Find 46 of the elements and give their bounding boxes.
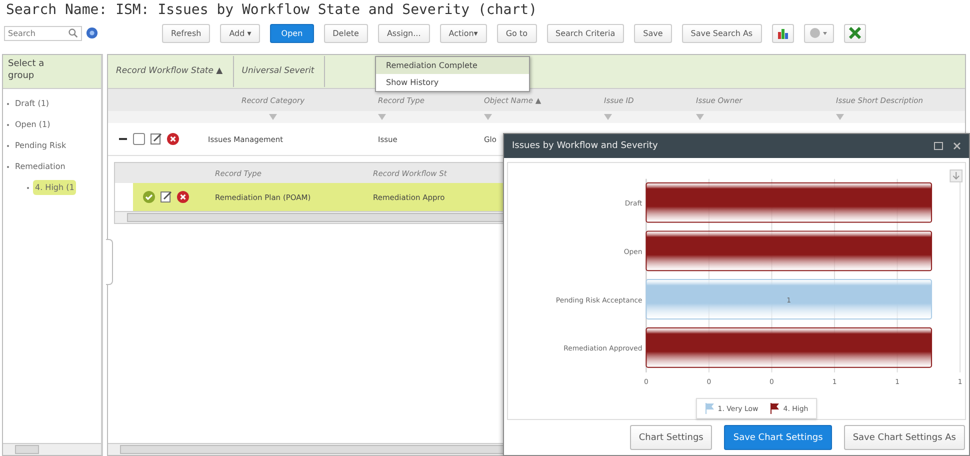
toolbar-button[interactable]: Action▾ xyxy=(440,24,487,42)
menu-item[interactable]: Remediation Complete xyxy=(376,57,529,74)
chart-dialog-title: Issues by Workflow and Severity xyxy=(512,141,659,151)
menu-item[interactable]: Show History xyxy=(376,74,529,91)
edit-icon[interactable] xyxy=(160,191,172,203)
toolbar-button[interactable]: Go to xyxy=(496,24,536,42)
toolbar-button[interactable]: Delete xyxy=(324,24,368,42)
toolbar-button[interactable]: Save Search As xyxy=(682,24,762,42)
window-title: Search Name: ISM: Issues by Workflow State and Severity (chart) xyxy=(5,1,538,20)
chart-button[interactable] xyxy=(772,24,794,42)
search-field[interactable]: Search xyxy=(4,26,82,40)
group-item[interactable]: Remediation xyxy=(13,159,68,174)
group-item[interactable]: Pending Risk xyxy=(13,138,68,153)
toolbar-button[interactable]: Save xyxy=(634,24,672,42)
group-item[interactable]: Draft (1) xyxy=(13,96,52,111)
maximize-icon[interactable] xyxy=(934,142,943,150)
toolbar-button[interactable]: Add ▾ xyxy=(220,24,260,42)
check-icon[interactable] xyxy=(143,191,155,203)
bar[interactable] xyxy=(645,230,932,272)
delete-icon[interactable] xyxy=(167,133,179,145)
close-icon[interactable] xyxy=(953,142,961,150)
delete-icon[interactable] xyxy=(177,191,189,203)
breadcrumb-item[interactable]: Universal Severit xyxy=(242,56,326,87)
chart-settings-button[interactable]: Save Chart Settings As xyxy=(844,425,965,450)
bar[interactable] xyxy=(645,327,932,368)
sidebar-header: Select a group xyxy=(8,58,46,82)
excel-icon xyxy=(848,27,861,39)
toolbar-button[interactable]: Search Criteria xyxy=(546,24,624,42)
chart-settings-button[interactable]: Save Chart Settings xyxy=(724,425,832,450)
toolbar-button[interactable]: Assign... xyxy=(378,24,430,42)
group-item[interactable]: Open (1) xyxy=(13,117,52,132)
bar-chart-icon xyxy=(776,27,789,39)
checkbox[interactable] xyxy=(133,133,145,145)
breadcrumb-item[interactable]: Record Workflow State ▲ xyxy=(116,56,234,87)
search-icon[interactable] xyxy=(68,28,78,38)
splitter-handle[interactable] xyxy=(106,239,113,285)
toolbar-button[interactable]: Refresh xyxy=(162,24,210,42)
settings-dropdown-button[interactable] xyxy=(804,24,834,42)
toolbar-button[interactable]: Open xyxy=(270,24,314,42)
export-button[interactable] xyxy=(844,24,866,42)
scrollbar[interactable] xyxy=(3,443,101,455)
download-icon[interactable] xyxy=(949,170,962,182)
edit-icon[interactable] xyxy=(150,133,162,145)
chart-settings-button[interactable]: Chart Settings xyxy=(630,425,712,450)
bar[interactable] xyxy=(645,182,932,223)
group-item[interactable]: 4. High (1 xyxy=(33,180,76,195)
